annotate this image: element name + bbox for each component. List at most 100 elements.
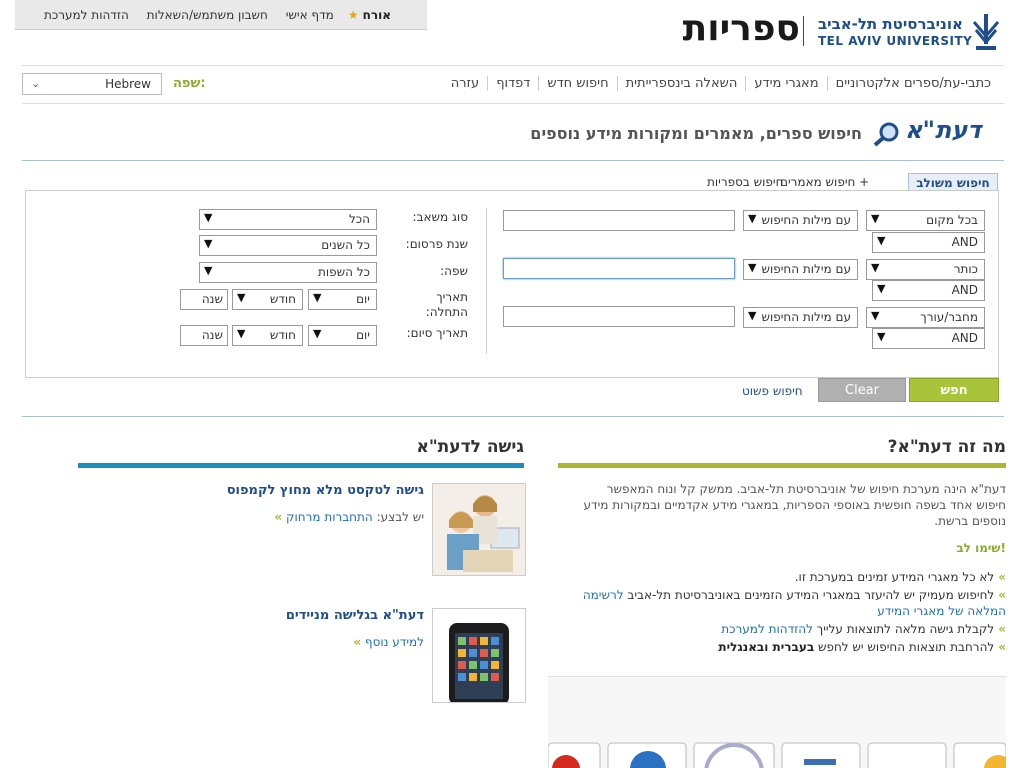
dropdown-arrow-icon: ▼ bbox=[204, 264, 213, 277]
start-date-label: תאריך התחלה: bbox=[425, 290, 468, 319]
start-month-select[interactable]: חודש ▼ bbox=[232, 289, 303, 310]
remote-access-image[interactable] bbox=[432, 483, 526, 576]
remote-access-sub: יש לבצע: התחברות מרחוק » bbox=[274, 510, 424, 524]
field-select-2[interactable]: כותר ▼ bbox=[866, 259, 985, 280]
mobile-access-title[interactable]: דעת"א בגלישה מניידים bbox=[286, 608, 424, 623]
access-title: גישה לדעת"א bbox=[416, 437, 524, 457]
page-title: חיפוש ספרים, מאמרים ומקורות מידע נוספים bbox=[530, 124, 862, 143]
promo-screenshot bbox=[548, 676, 1006, 768]
field-select-1[interactable]: בכל מקום ▼ bbox=[866, 210, 985, 231]
nav-help[interactable]: עזרה bbox=[443, 76, 487, 91]
bullet-arrow-icon: » bbox=[998, 570, 1006, 584]
mode-select-2[interactable]: עם מילות החיפוש ▼ bbox=[743, 259, 858, 280]
mobile-access-image[interactable] bbox=[432, 608, 526, 705]
nav-browse[interactable]: דפדוף bbox=[487, 76, 538, 91]
dropdown-arrow-icon: ▼ bbox=[871, 261, 880, 274]
about-title: מה זה דעת"א? bbox=[887, 437, 1006, 457]
field-select-3[interactable]: מחבר/עורך ▼ bbox=[866, 307, 985, 328]
end-day-select[interactable]: יום ▼ bbox=[308, 325, 377, 346]
operator-select-3[interactable]: AND ▼ bbox=[872, 328, 985, 349]
end-month-select[interactable]: חודש ▼ bbox=[232, 325, 303, 346]
login-link[interactable]: הזדהות למערכת bbox=[44, 8, 129, 22]
pub-year-select[interactable]: כל השנים ▼ bbox=[199, 235, 377, 256]
bullet-arrow-icon: » bbox=[998, 588, 1006, 602]
more-info-link[interactable]: למידע נוסף bbox=[365, 635, 424, 649]
bullet-item: »לחיפוש מעמיק יש להיעזר במאגרי המידע הזמ… bbox=[582, 588, 1006, 618]
search-button[interactable]: חפש bbox=[909, 378, 999, 402]
clear-button[interactable]: Clear bbox=[818, 378, 906, 402]
about-bar bbox=[558, 463, 1006, 468]
resource-type-label: סוג משאב: bbox=[412, 210, 468, 224]
bullet-arrow-icon: » bbox=[274, 510, 283, 524]
start-year-input[interactable]: שנה bbox=[180, 289, 228, 310]
chevron-down-icon: ⌄ bbox=[31, 77, 41, 90]
language-value: Hebrew bbox=[105, 77, 151, 91]
university-logo-icon[interactable] bbox=[972, 12, 1000, 52]
remote-access-title[interactable]: גישה לטקסט מלא מחוץ לקמפוס bbox=[227, 483, 424, 498]
dropdown-arrow-icon: ▼ bbox=[237, 327, 246, 340]
notice-heading: שימו לב! bbox=[956, 541, 1006, 555]
nav-new-search[interactable]: חיפוש חדש bbox=[538, 76, 616, 91]
mobile-access-sub: למידע נוסף » bbox=[353, 635, 424, 649]
logo-divider bbox=[803, 16, 804, 46]
operator-select-1[interactable]: AND ▼ bbox=[872, 232, 985, 253]
dropdown-arrow-icon: ▼ bbox=[871, 212, 880, 225]
nav-ill[interactable]: השאלה בינספרייתית bbox=[616, 76, 746, 91]
nav-databases[interactable]: מאגרי מידע bbox=[745, 76, 826, 91]
search-input-2[interactable] bbox=[503, 258, 735, 279]
mode-select-3[interactable]: עם מילות החיפוש ▼ bbox=[743, 307, 858, 328]
user-bar: אורח ★מדף אישי חשבון משתמש/השאלות הזדהות… bbox=[15, 0, 427, 30]
mode-select-1[interactable]: עם מילות החיפוש ▼ bbox=[743, 210, 858, 231]
magnifier-icon bbox=[873, 122, 899, 147]
operator-select-2[interactable]: AND ▼ bbox=[872, 280, 985, 301]
end-date-label: תאריך סיום: bbox=[406, 326, 468, 340]
bullet-item: »לקבלת גישה מלאה לתוצאות עלייך להזדהות ל… bbox=[721, 622, 1006, 636]
simple-search-link[interactable]: חיפוש פשוט bbox=[742, 384, 803, 398]
star-icon: ★ bbox=[347, 8, 359, 22]
login-inline-link[interactable]: להזדהות למערכת bbox=[721, 622, 813, 636]
dropdown-arrow-icon: ▼ bbox=[871, 309, 880, 322]
sifriyot-logo[interactable]: ספריות bbox=[683, 8, 800, 49]
language-label: שפה: bbox=[173, 76, 206, 91]
dropdown-arrow-icon: ▼ bbox=[748, 261, 757, 274]
header-rule bbox=[22, 160, 1004, 161]
dropdown-arrow-icon: ▼ bbox=[313, 327, 322, 340]
access-bar bbox=[78, 463, 524, 468]
dropdown-arrow-icon: ▼ bbox=[748, 212, 757, 225]
bullet-arrow-icon: » bbox=[998, 640, 1006, 654]
bullet-item: »לא כל מאגרי המידע זמינים במערכת זו. bbox=[794, 570, 1006, 584]
nav-ejournals[interactable]: כתבי-עת/ספרים אלקטרוניים bbox=[826, 76, 999, 91]
personal-shelf-link[interactable]: ★מדף אישי bbox=[286, 8, 359, 22]
guest-label: אורח bbox=[362, 8, 391, 22]
university-name-en: TEL AVIV UNIVERSITY bbox=[818, 34, 973, 48]
smartphone-icon bbox=[433, 609, 525, 705]
pub-year-label: שנת פרסום: bbox=[405, 237, 468, 251]
user-links: ★מדף אישי חשבון משתמש/השאלות הזדהות למער… bbox=[30, 8, 359, 22]
dropdown-arrow-icon: ▼ bbox=[204, 237, 213, 250]
panel-separator bbox=[486, 208, 487, 354]
university-name-he: אוניברסיטת תל-אביב bbox=[818, 15, 963, 33]
start-day-select[interactable]: יום ▼ bbox=[308, 289, 377, 310]
resource-type-select[interactable]: הכל ▼ bbox=[199, 209, 377, 230]
app-icons-strip-icon bbox=[548, 677, 1006, 768]
tab-combined-search[interactable]: חיפוש משולב bbox=[908, 173, 998, 191]
panel-bottom-rule bbox=[22, 416, 1004, 417]
end-year-input[interactable]: שנה bbox=[180, 325, 228, 346]
dropdown-arrow-icon: ▼ bbox=[877, 282, 886, 295]
dropdown-arrow-icon: ▼ bbox=[748, 309, 757, 322]
dropdown-arrow-icon: ▼ bbox=[877, 234, 886, 247]
search-input-3[interactable] bbox=[503, 306, 735, 327]
remote-connect-link[interactable]: התחברות מרחוק bbox=[286, 510, 373, 524]
user-account-link[interactable]: חשבון משתמש/השאלות bbox=[147, 8, 268, 22]
dropdown-arrow-icon: ▼ bbox=[237, 291, 246, 304]
daat-logo: דעת"א bbox=[905, 116, 982, 144]
language-filter-select[interactable]: כל השפות ▼ bbox=[199, 262, 377, 283]
main-nav: כתבי-עת/ספרים אלקטרונייםמאגרי מידעהשאלה … bbox=[443, 76, 999, 91]
bullet-arrow-icon: » bbox=[998, 622, 1006, 636]
language-select[interactable]: Hebrew ⌄ bbox=[22, 73, 162, 95]
nav-bottom-line bbox=[22, 103, 1004, 104]
bullet-arrow-icon: » bbox=[353, 635, 362, 649]
search-input-1[interactable] bbox=[503, 210, 735, 231]
dropdown-arrow-icon: ▼ bbox=[204, 211, 213, 224]
nav-top-line bbox=[22, 65, 1004, 66]
